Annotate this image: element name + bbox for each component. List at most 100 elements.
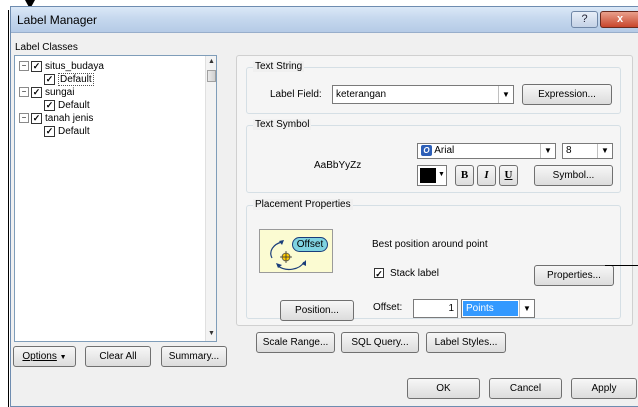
tree-item-label: sungai (45, 87, 75, 98)
ok-button[interactable]: OK (407, 378, 480, 399)
dropdown-arrow-icon: ▼ (519, 300, 534, 317)
sql-query-button[interactable]: SQL Query... (341, 332, 419, 353)
checkbox-checked-icon[interactable]: ✓ (31, 60, 42, 72)
symbol-button[interactable]: Symbol... (534, 165, 613, 186)
checkbox-checked-icon[interactable]: ✓ (44, 125, 55, 137)
label-field-value: keterangan (336, 89, 387, 100)
options-button-label: Options (22, 351, 57, 362)
scale-range-button[interactable]: Scale Range... (256, 332, 335, 353)
stack-label-checkbox[interactable]: ✓ (374, 268, 384, 279)
italic-label: I (484, 169, 489, 181)
tree-item-sungai[interactable]: − ✓ sungai (19, 86, 216, 99)
checkbox-checked-icon[interactable]: ✓ (31, 86, 42, 98)
text-string-group: Text String Label Field: keterangan ▼ Ex… (246, 61, 621, 114)
summary-button[interactable]: Summary... (161, 346, 227, 367)
color-swatch (420, 168, 436, 183)
scroll-thumb[interactable] (207, 70, 216, 82)
window-title: Label Manager (17, 13, 98, 27)
placement-description: Best position around point (372, 239, 488, 250)
ok-label: OK (436, 383, 451, 394)
font-type-icon: O (421, 145, 432, 156)
cancel-button[interactable]: Cancel (489, 378, 562, 399)
expression-button-label: Expression... (538, 89, 596, 100)
text-symbol-group: Text Symbol AaBbYyZz O Arial ▼ 8 ▼ ▼ B I… (246, 119, 621, 193)
offset-label: Offset: (373, 302, 403, 313)
help-icon: ? (581, 13, 588, 25)
tree-item-label: situs_budaya (45, 61, 104, 72)
position-button[interactable]: Position... (280, 300, 354, 321)
placement-properties-title: Placement Properties (253, 199, 353, 210)
offset-unit-value: Points (463, 301, 518, 316)
placement-preview-image: Offset (259, 229, 333, 273)
dropdown-arrow-icon: ▼ (540, 144, 555, 158)
tree-item-situs-budaya-default[interactable]: ✓ Default (19, 73, 216, 86)
underline-label: U (504, 169, 513, 181)
clear-all-button[interactable]: Clear All (85, 346, 151, 367)
bold-button[interactable]: B (455, 165, 474, 186)
properties-button-label: Properties... (547, 270, 601, 281)
help-button[interactable]: ? (571, 11, 598, 28)
tree-item-tanah-jenis[interactable]: − ✓ tanah jenis (19, 112, 216, 125)
scroll-down-icon[interactable]: ▼ (206, 328, 217, 340)
frame-edge (8, 10, 9, 407)
cancel-label: Cancel (509, 383, 542, 394)
font-dropdown[interactable]: O Arial ▼ (417, 143, 556, 159)
scale-range-label: Scale Range... (262, 337, 329, 348)
properties-button[interactable]: Properties... (534, 265, 614, 286)
checkbox-checked-icon[interactable]: ✓ (31, 112, 42, 124)
dropdown-arrow-icon: ▼ (438, 171, 445, 178)
tree-item-label: Default (58, 126, 90, 137)
tree-item-label: Default (58, 100, 90, 111)
underline-button[interactable]: U (499, 165, 518, 186)
summary-button-label: Summary... (168, 351, 220, 362)
sql-query-label: SQL Query... (351, 337, 409, 348)
label-manager-dialog: Label Manager ? x Label Classes − ✓ situs_… (10, 6, 638, 407)
checkbox-checked-icon[interactable]: ✓ (44, 73, 55, 85)
font-value: Arial (434, 145, 455, 156)
collapse-icon[interactable]: − (19, 61, 29, 72)
label-classes-tree[interactable]: − ✓ situs_budaya ✓ Default − ✓ sungai ✓ Defaul… (14, 55, 217, 342)
position-button-label: Position... (295, 305, 339, 316)
font-size-dropdown[interactable]: 8 ▼ (562, 143, 613, 159)
options-button[interactable]: Options ▼ (13, 346, 76, 367)
bold-label: B (460, 169, 469, 181)
label-field-label: Label Field: (270, 89, 322, 100)
title-bar: Label Manager ? x (11, 7, 638, 33)
close-icon: x (616, 13, 624, 25)
label-styles-button[interactable]: Label Styles... (426, 332, 506, 353)
checkbox-checked-icon[interactable]: ✓ (44, 99, 55, 111)
collapse-icon[interactable]: − (19, 87, 29, 98)
label-styles-label: Label Styles... (434, 337, 498, 348)
offset-input[interactable]: 1 (413, 299, 458, 318)
apply-label: Apply (591, 383, 617, 394)
dropdown-arrow-icon: ▼ (597, 144, 612, 158)
offset-value: 1 (448, 303, 454, 314)
label-classes-heading: Label Classes (15, 42, 78, 53)
tree-item-tanah-jenis-default[interactable]: ✓ Default (19, 125, 216, 138)
collapse-icon[interactable]: − (19, 113, 29, 124)
close-button[interactable]: x (600, 11, 638, 28)
scroll-up-icon[interactable]: ▲ (206, 56, 217, 68)
dropdown-arrow-icon: ▼ (59, 354, 67, 361)
tree-item-label: Default (58, 73, 94, 86)
tree-scrollbar[interactable]: ▲ ▼ (205, 56, 216, 341)
font-size-value: 8 (566, 145, 572, 156)
offset-badge: Offset (292, 237, 328, 252)
offset-unit-dropdown[interactable]: Points ▼ (461, 299, 535, 318)
stack-label-text: Stack label (390, 268, 439, 279)
tree-item-label: tanah jenis (45, 113, 94, 124)
label-field-dropdown[interactable]: keterangan ▼ (332, 85, 514, 104)
tree-item-sungai-default[interactable]: ✓ Default (19, 99, 216, 112)
tree-item-situs-budaya[interactable]: − ✓ situs_budaya (19, 60, 216, 73)
dropdown-arrow-icon: ▼ (498, 86, 513, 103)
text-preview: AaBbYyZz (314, 160, 362, 171)
text-color-picker[interactable]: ▼ (417, 165, 447, 186)
apply-button[interactable]: Apply (571, 378, 637, 399)
offset-badge-label: Offset (296, 239, 324, 250)
placement-properties-group: Placement Properties Offset Best positio… (246, 199, 621, 321)
expression-button[interactable]: Expression... (522, 84, 612, 105)
symbol-button-label: Symbol... (552, 170, 595, 181)
text-string-title: Text String (253, 61, 305, 72)
italic-button[interactable]: I (477, 165, 496, 186)
callout-line (605, 265, 638, 266)
